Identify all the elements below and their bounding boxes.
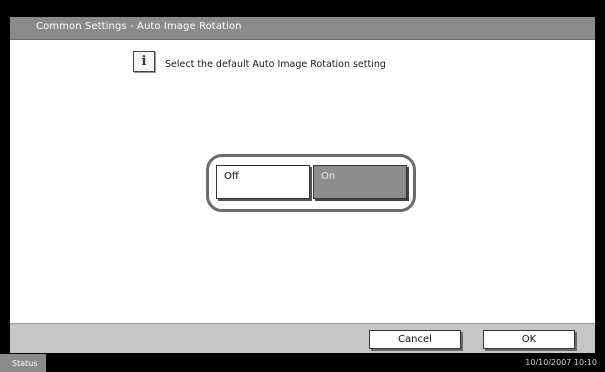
info-icon: i: [133, 51, 155, 72]
status-button[interactable]: Status: [0, 354, 46, 372]
rotation-toggle-group: Off On: [206, 154, 416, 212]
footer-bar: Cancel OK: [10, 323, 595, 353]
datetime-display: 10/10/2007 10:10: [525, 358, 597, 367]
page-title: Common Settings - Auto Image Rotation: [36, 21, 242, 32]
on-button[interactable]: On: [313, 165, 407, 199]
title-bar: Common Settings - Auto Image Rotation: [10, 17, 595, 40]
status-bar: Status 10/10/2007 10:10: [0, 354, 605, 372]
cancel-button[interactable]: Cancel: [369, 330, 461, 349]
off-button-label: Off: [224, 171, 239, 182]
screen: Common Settings - Auto Image Rotation i …: [0, 0, 605, 372]
on-button-label: On: [321, 171, 336, 182]
instruction-message: Select the default Auto Image Rotation s…: [165, 59, 386, 70]
ok-button[interactable]: OK: [483, 330, 575, 349]
main-panel: i Select the default Auto Image Rotation…: [10, 40, 595, 323]
off-button[interactable]: Off: [216, 165, 310, 199]
